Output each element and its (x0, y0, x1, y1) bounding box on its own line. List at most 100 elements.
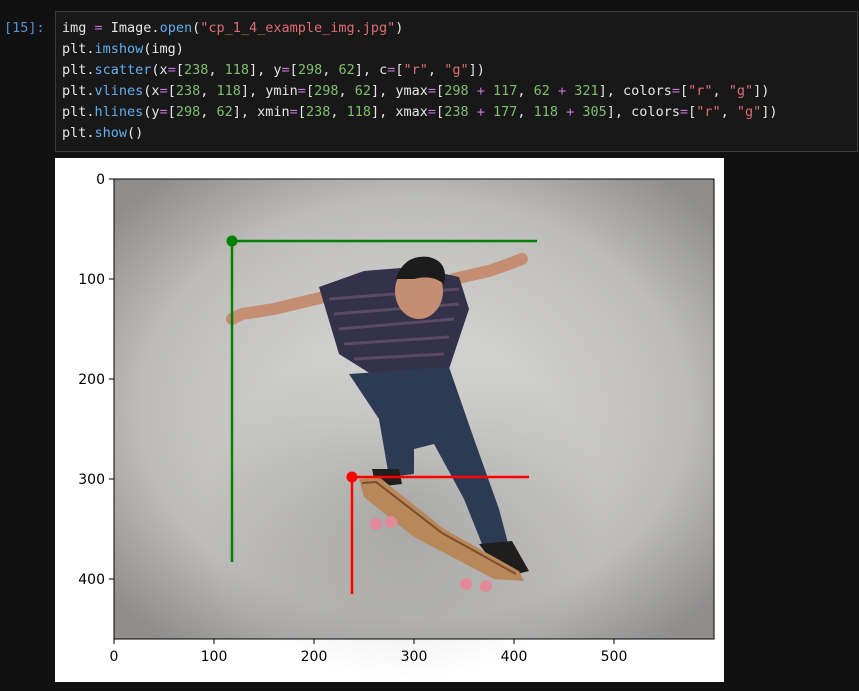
code-token: 298 (175, 104, 201, 120)
code-cell-editor[interactable]: img = Image.open("cp_1_4_example_img.jpg… (55, 11, 858, 152)
code-token: , (200, 104, 217, 120)
code-token: 62 (216, 104, 233, 120)
code-token: plt. (62, 41, 95, 57)
code-token: 238 (175, 83, 201, 99)
code-token: "g" (736, 104, 762, 120)
code-token: [ (436, 83, 445, 99)
code-token: scatter (94, 62, 152, 78)
code-token: "cp_1_4_example_img.jpg" (200, 20, 396, 36)
code-token: 238 (183, 62, 209, 78)
code-token: [ (297, 104, 306, 120)
code-token: 62 (533, 83, 550, 99)
code-token: = (427, 83, 437, 99)
code-token: , (200, 83, 217, 99)
y-tick-label: 200 (78, 372, 105, 388)
code-token: "r" (688, 83, 713, 99)
x-tick-label: 200 (301, 649, 328, 665)
code-token: (img) (143, 41, 184, 57)
code-token: , (338, 83, 355, 99)
code-token: ) (395, 20, 404, 36)
scatter-point (346, 471, 358, 483)
code-token: open (159, 20, 193, 36)
code-token: "g" (728, 83, 754, 99)
code-line: plt.show() (62, 123, 143, 144)
code-token: + (549, 83, 575, 99)
code-token: "r" (696, 104, 721, 120)
code-token: [ (688, 104, 697, 120)
code-token: + (468, 83, 493, 99)
code-token: , (330, 104, 347, 120)
matplotlib-figure: 0 100 200 300 400 500 0 100 200 300 400 (78, 172, 715, 679)
code-token: ], ymin (240, 83, 298, 99)
code-token: 118 (346, 104, 371, 120)
code-token: 298 (297, 62, 323, 78)
code-token: ]) (753, 83, 770, 99)
code-token: , (720, 104, 737, 120)
x-tick-label: 300 (401, 649, 428, 665)
code-line: plt.scatter(x=[238, 118], y=[298, 62], c… (62, 60, 485, 81)
code-token: 177 (492, 104, 518, 120)
x-tick-label: 0 (110, 649, 119, 665)
code-token: , (427, 62, 445, 78)
code-token: [ (167, 104, 176, 120)
code-token: = (671, 83, 680, 99)
scatter-point (226, 235, 238, 247)
code-token: , (322, 62, 339, 78)
code-token: , (517, 104, 534, 120)
code-token: ( (192, 20, 201, 36)
code-token: ], y (249, 62, 282, 78)
y-tick-label: 0 (96, 172, 105, 188)
code-token: plt. (62, 62, 95, 78)
code-token: ], xmin (232, 104, 290, 120)
code-token: = (159, 104, 168, 120)
code-token: [ (289, 62, 298, 78)
y-tick-label: 100 (78, 272, 105, 288)
code-token: , (208, 62, 225, 78)
code-token: 238 (444, 104, 469, 120)
code-token: "r" (403, 62, 428, 78)
code-token: = (297, 83, 306, 99)
code-token: = (289, 104, 298, 120)
code-token: Image. (110, 20, 160, 36)
code-token: 238 (305, 104, 331, 120)
code-token: 117 (492, 83, 518, 99)
code-token: () (127, 125, 144, 141)
code-token: ], colors (606, 104, 680, 120)
code-token: show (94, 125, 128, 141)
code-token: , (517, 83, 534, 99)
code-token: (x (151, 62, 168, 78)
code-token: imshow (94, 41, 144, 57)
code-token: = (86, 20, 111, 36)
code-token: [ (167, 83, 176, 99)
code-token: ], c (354, 62, 388, 78)
x-tick-label: 500 (601, 649, 628, 665)
code-token: = (679, 104, 689, 120)
code-token: ]) (761, 104, 778, 120)
code-token: [ (436, 104, 445, 120)
code-token: 298 (444, 83, 469, 99)
code-token: [ (175, 62, 184, 78)
code-token: [ (395, 62, 404, 78)
code-token: plt. (62, 83, 95, 99)
cell-prompt: [15]: (4, 20, 45, 36)
code-token: 321 (574, 83, 599, 99)
code-token: hlines (94, 104, 144, 120)
code-token: plt. (62, 125, 95, 141)
code-token: 298 (314, 83, 339, 99)
code-token: 305 (582, 104, 607, 120)
code-line: plt.imshow(img) (62, 39, 184, 60)
code-token: 118 (533, 104, 559, 120)
code-token: vlines (94, 83, 144, 99)
cell-output: 0 100 200 300 400 500 0 100 200 300 400 (55, 158, 724, 682)
code-line: plt.hlines(y=[298, 62], xmin=[238, 118],… (62, 102, 778, 123)
code-line: img = Image.open("cp_1_4_example_img.jpg… (62, 18, 403, 39)
code-token: = (167, 62, 176, 78)
photo-image (114, 179, 714, 679)
code-token: plt. (62, 104, 95, 120)
code-token: = (159, 83, 168, 99)
code-token: = (281, 62, 290, 78)
code-token: (y (143, 104, 160, 120)
code-token: (x (143, 83, 160, 99)
x-tick-label: 100 (201, 649, 228, 665)
code-token: ], colors (598, 83, 672, 99)
